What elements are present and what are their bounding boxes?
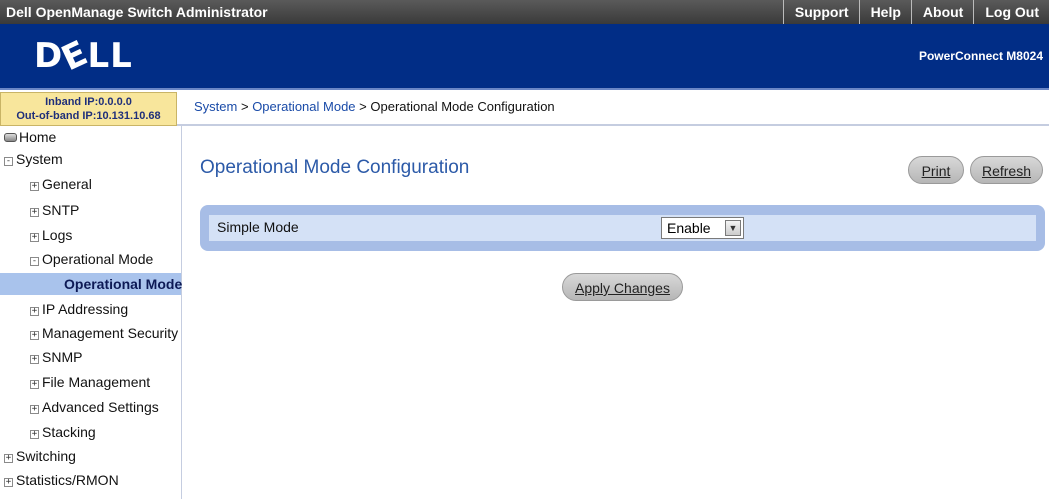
help-link[interactable]: Help	[858, 0, 911, 24]
product-name: PowerConnect M8024	[918, 49, 1043, 63]
sidebar-item-label: Statistics/RMON	[16, 472, 119, 488]
page-title: Operational Mode Configuration	[200, 157, 470, 178]
outofband-ip: Out-of-band IP:10.131.10.68	[16, 110, 161, 122]
sidebar-item-advanced-settings[interactable]: + Advanced Settings	[30, 396, 159, 418]
collapse-icon[interactable]: -	[30, 257, 39, 266]
sidebar-nav: Home - System + General + SNTP + Logs - Opera…	[0, 126, 182, 499]
sidebar-item-label: Logs	[42, 227, 73, 243]
dell-logo: DELL	[34, 32, 133, 80]
sidebar-item-label: Home	[19, 129, 57, 145]
sidebar-item-label: IP Addressing	[42, 301, 129, 317]
expand-icon[interactable]: +	[30, 208, 39, 217]
sidebar-item-label: SNMP	[42, 349, 83, 365]
sidebar-item-snmp[interactable]: + SNMP	[30, 346, 82, 368]
expand-icon[interactable]: +	[30, 430, 39, 439]
expand-icon[interactable]: +	[30, 380, 39, 389]
expand-icon[interactable]: +	[30, 307, 39, 316]
sidebar-item-label: File Management	[42, 374, 151, 390]
sidebar-item-sntp[interactable]: + SNTP	[30, 199, 79, 221]
simple-mode-row: Simple Mode Enable ▼	[209, 215, 1036, 241]
chevron-down-icon[interactable]: ▼	[725, 220, 741, 236]
expand-icon[interactable]: +	[30, 355, 39, 364]
sidebar-item-file-management[interactable]: + File Management	[30, 371, 150, 393]
apply-changes-button[interactable]: Apply Changes	[562, 273, 683, 301]
sidebar-item-label: Management Security	[42, 325, 179, 341]
expand-icon[interactable]: +	[4, 478, 13, 487]
about-link[interactable]: About	[910, 0, 973, 24]
sidebar-item-label: Advanced Settings	[42, 399, 159, 415]
sidebar-item-label: Operational Mode	[64, 276, 183, 292]
collapse-icon[interactable]: -	[4, 157, 13, 166]
breadcrumb-system[interactable]: System	[194, 99, 237, 114]
expand-icon[interactable]: +	[30, 331, 39, 340]
sidebar-item-system[interactable]: - System	[4, 148, 63, 170]
expand-icon[interactable]: +	[30, 182, 39, 191]
sidebar-item-label: Stacking	[42, 424, 96, 440]
breadcrumb-current: Operational Mode Configuration	[370, 99, 555, 114]
sidebar-item-logs[interactable]: + Logs	[30, 224, 72, 246]
print-button[interactable]: Print	[908, 156, 964, 184]
sidebar-item-home[interactable]: Home	[4, 128, 56, 146]
sidebar-item-general[interactable]: + General	[30, 173, 92, 195]
breadcrumb-separator: >	[359, 99, 367, 114]
sidebar-item-switching[interactable]: + Switching	[4, 445, 76, 467]
simple-mode-select[interactable]: Enable ▼	[661, 217, 744, 239]
inband-ip: Inband IP:0.0.0.0	[45, 96, 132, 108]
sidebar-item-label: Operational Mode	[42, 251, 154, 267]
sidebar-item-label: SNTP	[42, 202, 80, 218]
sidebar-item-stacking[interactable]: + Stacking	[30, 421, 96, 443]
home-icon	[4, 133, 17, 142]
expand-icon[interactable]: +	[30, 233, 39, 242]
sidebar-item-operational-mode-page[interactable]: Operational Mode	[0, 273, 183, 295]
config-panel: Simple Mode Enable ▼	[200, 205, 1045, 251]
sidebar-item-label: Switching	[16, 448, 76, 464]
app-title: Dell OpenManage Switch Administrator	[6, 4, 268, 20]
expand-icon[interactable]: +	[30, 405, 39, 414]
support-link[interactable]: Support	[782, 0, 859, 24]
breadcrumb: System > Operational Mode > Operational …	[177, 92, 1049, 126]
brand-bar: DELL PowerConnect M8024	[0, 24, 1049, 90]
simple-mode-label: Simple Mode	[217, 219, 299, 235]
refresh-button[interactable]: Refresh	[970, 156, 1043, 184]
logout-link[interactable]: Log Out	[973, 0, 1049, 24]
simple-mode-value: Enable	[667, 220, 711, 236]
sidebar-item-management-security[interactable]: + Management Security	[30, 322, 178, 344]
breadcrumb-operational-mode[interactable]: Operational Mode	[252, 99, 355, 114]
sidebar-item-operational-mode-folder[interactable]: - Operational Mode	[30, 248, 153, 270]
sidebar-item-ip-addressing[interactable]: + IP Addressing	[30, 298, 128, 320]
title-bar: Dell OpenManage Switch Administrator Sup…	[0, 0, 1049, 24]
ip-info-box: Inband IP:0.0.0.0 Out-of-band IP:10.131.…	[0, 92, 177, 126]
expand-icon[interactable]: +	[4, 454, 13, 463]
top-links: Support Help About Log Out	[782, 0, 1049, 24]
sidebar-item-label: System	[16, 151, 63, 167]
sidebar-item-statistics-rmon[interactable]: + Statistics/RMON	[4, 469, 119, 491]
breadcrumb-separator: >	[240, 99, 249, 114]
sidebar-item-label: General	[42, 176, 92, 192]
